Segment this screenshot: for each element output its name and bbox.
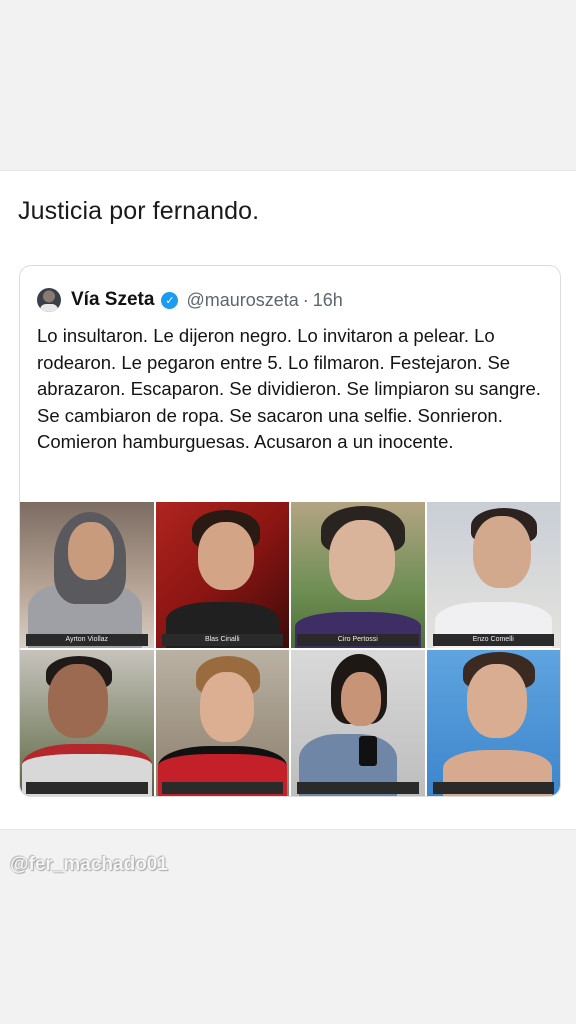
tweet-body: Lo insultaron. Le dijeron negro. Lo invi… <box>37 325 541 452</box>
avatar[interactable] <box>37 288 61 312</box>
photo-caption: Ciro Pertossi <box>297 634 419 646</box>
photo-5[interactable] <box>20 650 154 796</box>
photo-caption <box>432 782 554 794</box>
author-handle[interactable]: @mauroszeta <box>186 290 298 311</box>
watermark: @fer_machado01 <box>10 854 168 875</box>
photo-caption: Blas Cinalli <box>161 634 283 646</box>
photo-caption <box>297 782 419 794</box>
photo-caption: Enzo Comelli <box>432 634 554 646</box>
quoted-tweet-header: Vía Szeta ✓ @mauroszeta · 16h <box>37 286 343 314</box>
photo-7[interactable] <box>291 650 425 796</box>
header-separator: · <box>302 289 309 310</box>
photo-3[interactable]: Ciro Pertossi <box>291 502 425 648</box>
photo-6[interactable] <box>155 650 289 796</box>
tweet-timestamp[interactable]: 16h <box>313 290 343 311</box>
photo-8[interactable] <box>426 650 560 796</box>
photo-4[interactable]: Enzo Comelli <box>426 502 560 648</box>
post-card: Justicia por fernando. Vía Szeta ✓ @maur… <box>0 170 576 830</box>
photo-caption: Ayrton Viollaz <box>26 634 148 646</box>
photo-2[interactable]: Blas Cinalli <box>155 502 289 648</box>
author-name[interactable]: Vía Szeta <box>71 289 154 311</box>
verified-badge-icon: ✓ <box>161 291 179 309</box>
photo-caption <box>161 782 283 794</box>
quoted-tweet[interactable]: Vía Szeta ✓ @mauroszeta · 16h Lo insulta… <box>19 265 561 797</box>
photo-grid[interactable]: Ayrton Viollaz Blas Cinalli Ciro Pertoss… <box>20 502 560 796</box>
post-text: Justicia por fernando. <box>18 197 260 225</box>
photo-caption <box>26 782 148 794</box>
photo-1[interactable]: Ayrton Viollaz <box>20 502 154 648</box>
